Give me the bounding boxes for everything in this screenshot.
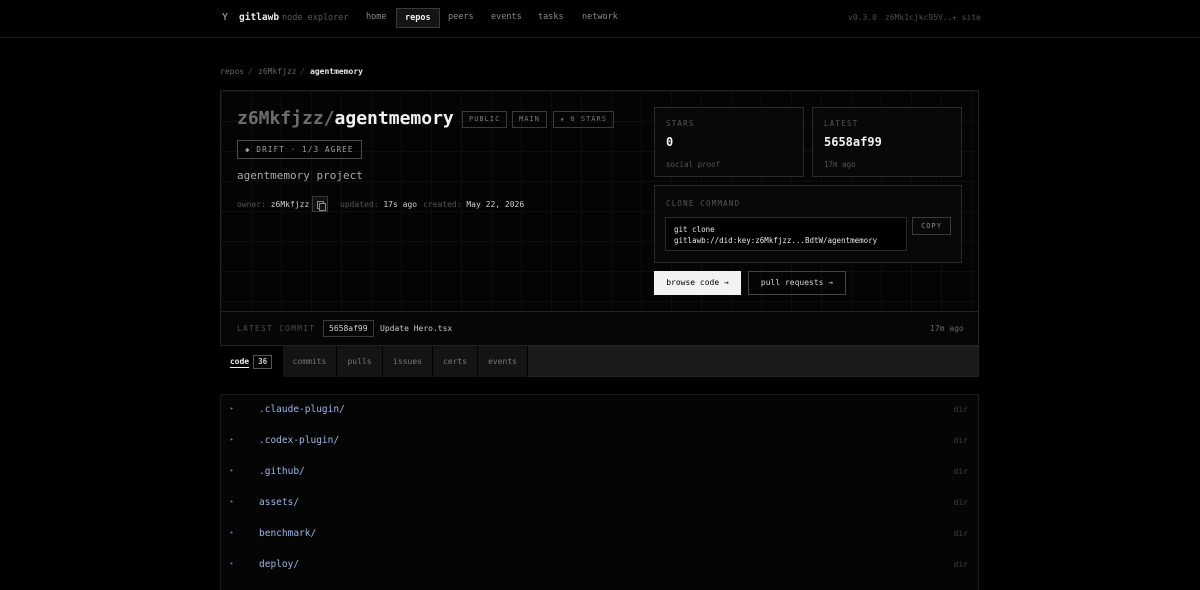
file-type: dir	[953, 436, 968, 445]
repo-description: agentmemory project	[237, 169, 363, 182]
app-name[interactable]: gitlawb	[239, 12, 279, 23]
clone-panel: CLONE COMMAND git clone gitlawb://did:ke…	[654, 185, 962, 263]
file-row[interactable]: ▸ .github/ dir	[220, 456, 979, 487]
file-type: dir	[953, 405, 968, 414]
file-row[interactable]: ▸ .codex-plugin/ dir	[220, 425, 979, 456]
file-type: dir	[953, 498, 968, 507]
breadcrumb-separator: /	[300, 67, 305, 76]
breadcrumb-separator: /	[248, 67, 253, 76]
copy-owner-icon[interactable]	[312, 196, 328, 212]
clone-command[interactable]: git clone gitlawb://did:key:z6Mkfjzz...B…	[665, 217, 907, 251]
branch-badge: MAIN	[512, 111, 547, 128]
logo-icon[interactable]: Y	[222, 12, 232, 24]
breadcrumb-current: agentmemory	[310, 67, 363, 76]
drift-badge: ◆ DRIFT · 1/3 AGREE	[237, 140, 362, 159]
stars-badge[interactable]: ★ 0 STARS	[553, 111, 614, 128]
tab-code[interactable]: code 36	[220, 346, 283, 377]
chevron-right-icon: ▸	[230, 405, 234, 412]
file-row[interactable]: ▸ benchmark/ dir	[220, 518, 979, 549]
created-label: created:	[423, 200, 462, 209]
tab-pulls[interactable]: pulls	[337, 346, 383, 377]
nav-repos[interactable]: repos	[396, 8, 440, 28]
stat-value: 0	[666, 135, 674, 149]
file-type: dir	[953, 529, 968, 538]
owner-label: owner:	[237, 200, 266, 209]
clone-label: CLONE COMMAND	[666, 199, 741, 208]
version-label: v0.3.0	[848, 13, 877, 22]
repo-owner[interactable]: z6Mkfjzz/	[237, 108, 335, 129]
file-row[interactable]: ▸ assets/ dir	[220, 487, 979, 518]
breadcrumb-owner[interactable]: z6Mkfjzz	[258, 67, 297, 76]
pull-requests-button[interactable]: pull requests →	[748, 271, 846, 295]
updated-value: 17s ago	[383, 200, 418, 209]
breadcrumb-repos[interactable]: repos	[220, 67, 244, 76]
stat-value[interactable]: 5658af99	[824, 135, 882, 149]
clone-command-line2: gitlawb://did:key:z6Mkfjzz...BdtW/agentm…	[674, 236, 878, 245]
stat-label: LATEST	[824, 119, 859, 128]
file-name[interactable]: deploy/	[259, 559, 299, 570]
latest-commit-label: LATEST COMMIT	[237, 324, 316, 333]
repo-title: z6Mkfjzz/agentmemory	[237, 108, 454, 129]
site-link[interactable]: + site	[952, 13, 981, 22]
browse-code-button[interactable]: browse code →	[654, 271, 741, 295]
stat-sub: social proof	[666, 160, 721, 169]
file-name[interactable]: .codex-plugin/	[259, 435, 339, 446]
chevron-right-icon: ▸	[230, 498, 234, 505]
tab-label: code	[229, 357, 250, 366]
stat-sub: 17m ago	[824, 160, 856, 169]
owner-value[interactable]: z6Mkfjzz	[271, 200, 310, 209]
chevron-right-icon: ▸	[230, 436, 234, 443]
commit-message[interactable]: Update Hero.tsx	[380, 324, 452, 333]
node-id[interactable]: z6Mk1cjkc95V...	[885, 13, 957, 22]
created-value: May 22, 2026	[466, 200, 525, 209]
file-name[interactable]: .claude-plugin/	[259, 404, 345, 415]
file-name[interactable]: benchmark/	[259, 528, 316, 539]
updated-label: updated:	[340, 200, 379, 209]
nav-peers[interactable]: peers	[440, 8, 482, 28]
latest-stat: LATEST 5658af99 17m ago	[812, 107, 962, 177]
file-type: dir	[953, 467, 968, 476]
app-subtitle: node explorer	[282, 13, 349, 23]
file-row[interactable]: ▸ deploy/ dir	[220, 549, 979, 580]
file-type: dir	[953, 560, 968, 569]
file-name[interactable]: assets/	[259, 497, 299, 508]
chevron-right-icon: ▸	[230, 529, 234, 536]
file-name[interactable]: .github/	[259, 466, 305, 477]
top-nav: Y gitlawb node explorer home repos peers…	[0, 0, 1200, 38]
nav-tasks[interactable]: tasks	[530, 8, 572, 28]
clone-command-line1: git clone	[674, 225, 715, 234]
commit-time: 17m ago	[930, 324, 964, 333]
nav-network[interactable]: network	[574, 8, 626, 28]
nav-events[interactable]: events	[483, 8, 530, 28]
tab-certs[interactable]: certs	[433, 346, 478, 377]
chevron-right-icon: ▸	[230, 467, 234, 474]
stars-stat: STARS 0 social proof	[654, 107, 804, 177]
owner-meta: owner: z6Mkfjzz	[237, 200, 309, 209]
created-meta: created: May 22, 2026	[423, 200, 524, 209]
nav-home[interactable]: home	[358, 8, 394, 28]
stat-label: STARS	[666, 119, 695, 128]
file-count-badge: 36	[253, 354, 273, 369]
tab-events[interactable]: events	[478, 346, 528, 377]
repo-name: agentmemory	[334, 108, 454, 129]
file-row[interactable]: ▸ .claude-plugin/ dir	[220, 394, 979, 425]
tab-issues[interactable]: issues	[383, 346, 433, 377]
updated-meta: updated: 17s ago	[340, 200, 417, 209]
commit-hash[interactable]: 5658af99	[323, 320, 374, 337]
visibility-badge: PUBLIC	[462, 111, 508, 128]
chevron-right-icon: ▸	[230, 560, 234, 567]
copy-clone-button[interactable]: COPY	[912, 217, 951, 235]
tab-commits[interactable]: commits	[283, 346, 337, 377]
